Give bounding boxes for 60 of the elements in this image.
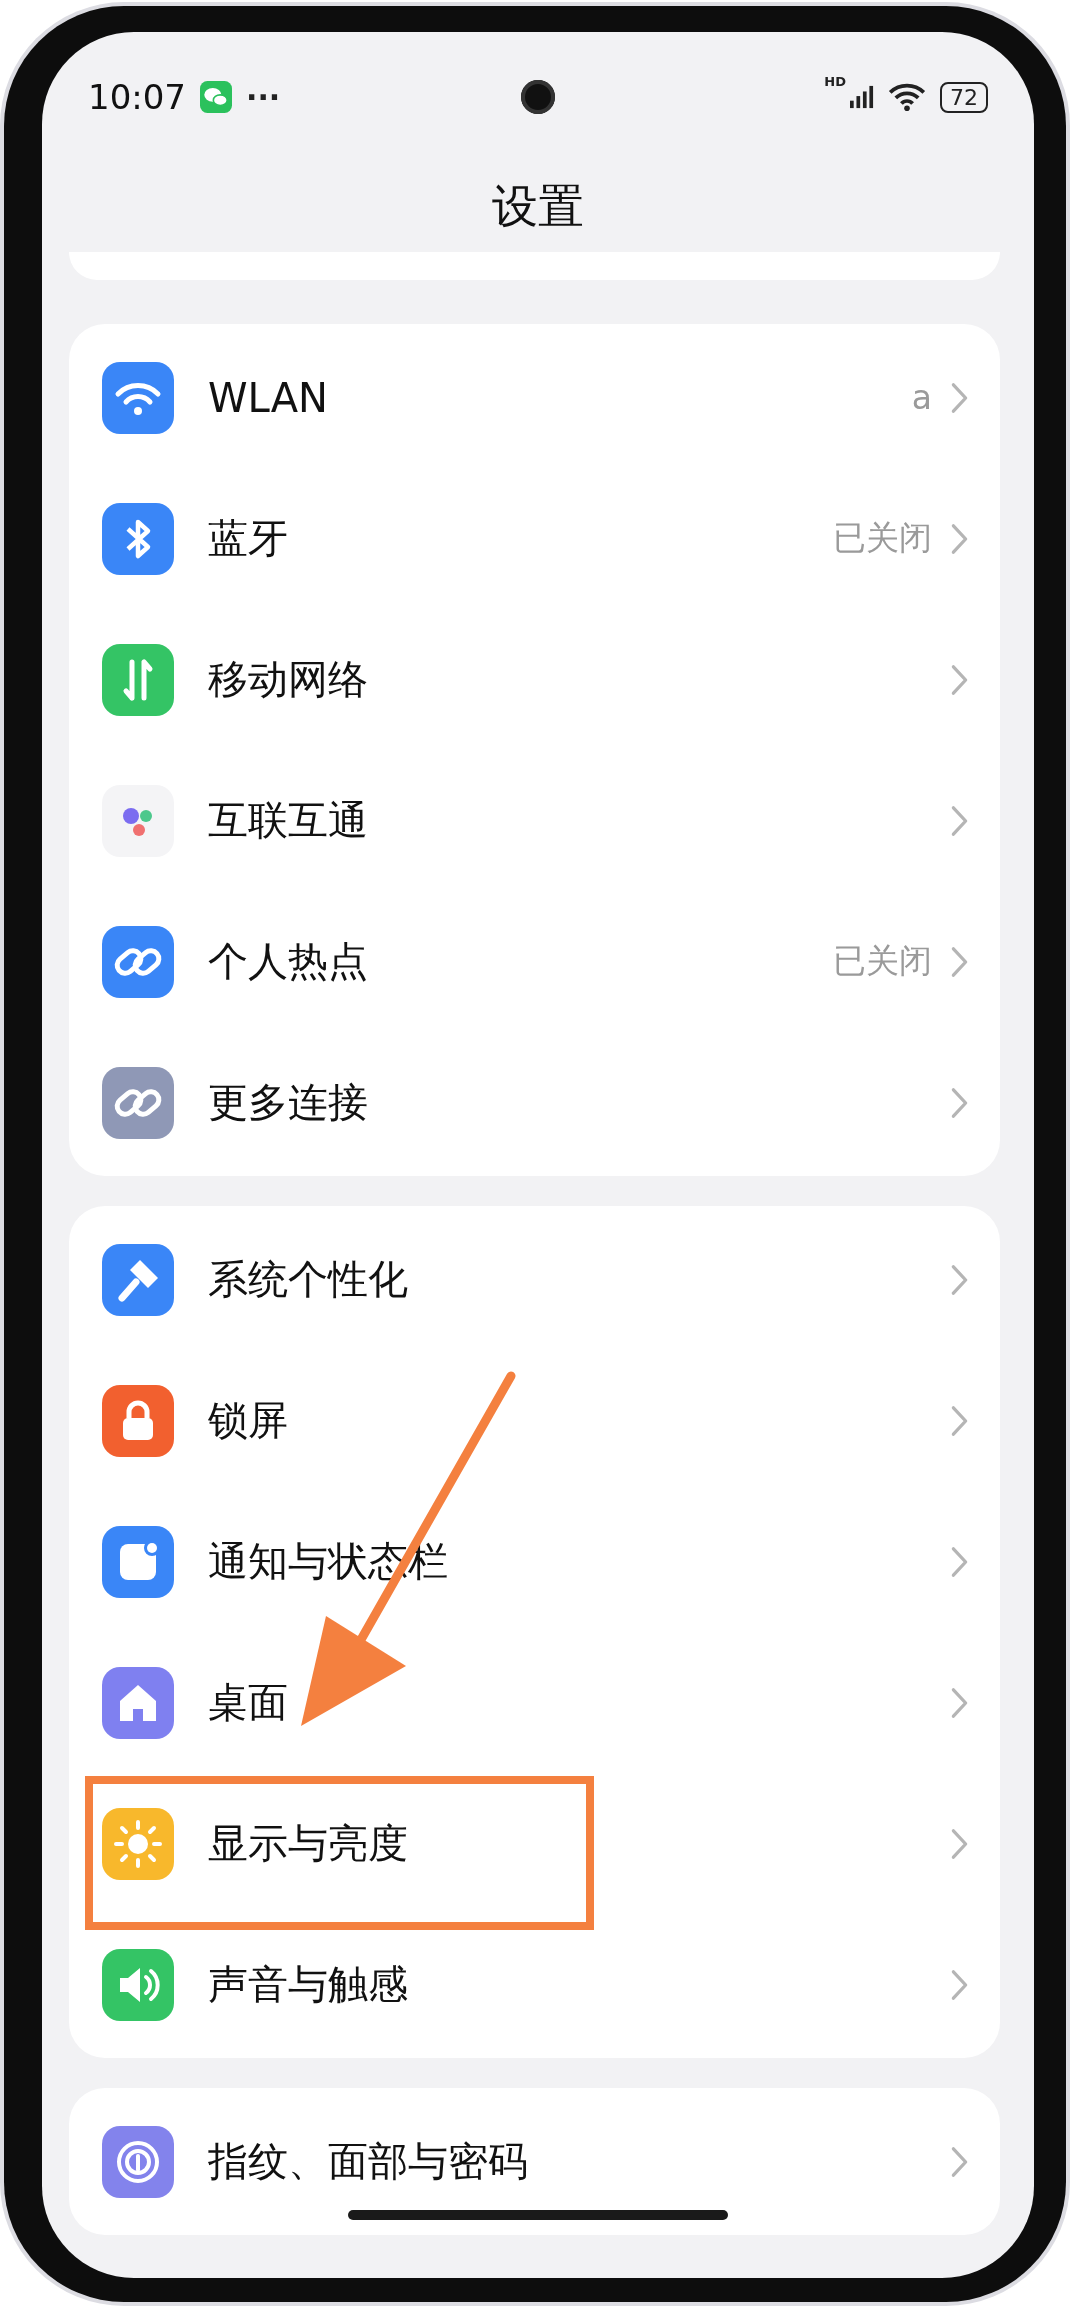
item-label: 互联互通 <box>208 796 369 845</box>
arrows-icon <box>102 643 174 716</box>
settings-item[interactable]: 更多连接 <box>69 1032 1000 1173</box>
item-label: 系统个性化 <box>208 1255 409 1304</box>
camera-icon <box>521 80 555 114</box>
chevron-icon <box>950 1827 970 1860</box>
link-icon <box>102 925 174 998</box>
item-label: 个人热点 <box>208 937 369 986</box>
chevron-icon <box>950 1686 970 1719</box>
link-icon <box>102 1066 174 1139</box>
item-label: 声音与触感 <box>208 1960 409 2009</box>
item-label: WLAN <box>208 374 330 421</box>
bluetooth-icon <box>102 502 174 575</box>
settings-item[interactable]: 移动网络 <box>69 609 1000 750</box>
settings-item[interactable]: 个人热点 已关闭 <box>69 891 1000 1032</box>
chevron-icon <box>950 1545 970 1578</box>
chevron-icon <box>950 381 970 414</box>
item-label: 显示与亮度 <box>208 1819 409 1868</box>
page-title: 设置 <box>491 178 585 235</box>
chevron-icon <box>950 1086 970 1119</box>
network-label: HD <box>824 74 846 89</box>
notification-icon <box>102 1525 174 1598</box>
settings-item[interactable]: 锁屏 <box>69 1350 1000 1491</box>
chevron-icon <box>950 2145 970 2178</box>
settings-item[interactable]: 声音与触感 <box>69 1914 1000 2055</box>
signal-icon <box>850 85 874 109</box>
dots-icon <box>102 784 174 857</box>
settings-item[interactable]: 互联互通 <box>69 750 1000 891</box>
item-label: 指纹、面部与密码 <box>208 2137 529 2186</box>
settings-item[interactable]: 系统个性化 <box>69 1209 1000 1350</box>
item-label: 锁屏 <box>208 1396 289 1445</box>
battery-level: 72 <box>940 81 988 113</box>
chevron-icon <box>950 1968 970 2001</box>
status-time: 10:07 <box>88 77 186 117</box>
lock-icon <box>102 1384 174 1457</box>
item-value: a <box>911 378 932 417</box>
settings-item[interactable]: 显示与亮度 <box>69 1773 1000 1914</box>
settings-item[interactable]: 指纹、面部与密码 <box>69 2091 1000 2232</box>
item-label: 移动网络 <box>208 655 369 704</box>
chat-icon <box>200 81 232 113</box>
settings-item[interactable]: WLAN a <box>69 327 1000 468</box>
settings-item[interactable]: 蓝牙 已关闭 <box>69 468 1000 609</box>
fingerprint-icon <box>102 2125 174 2198</box>
chevron-icon <box>950 945 970 978</box>
item-value: 已关闭 <box>833 940 932 982</box>
item-value: 已关闭 <box>833 517 932 559</box>
chevron-icon <box>950 1263 970 1296</box>
chevron-icon <box>950 663 970 696</box>
item-label: 更多连接 <box>208 1078 369 1127</box>
chevron-icon <box>950 1404 970 1437</box>
chevron-icon <box>950 522 970 555</box>
speaker-icon <box>102 1948 174 2021</box>
wifi-icon <box>888 83 926 111</box>
item-label: 蓝牙 <box>208 514 289 563</box>
sun-icon <box>102 1807 174 1880</box>
home-icon <box>102 1666 174 1739</box>
chevron-icon <box>950 804 970 837</box>
item-label: 桌面 <box>208 1678 289 1727</box>
wifi-icon <box>102 361 174 434</box>
status-more: ··· <box>246 79 281 115</box>
